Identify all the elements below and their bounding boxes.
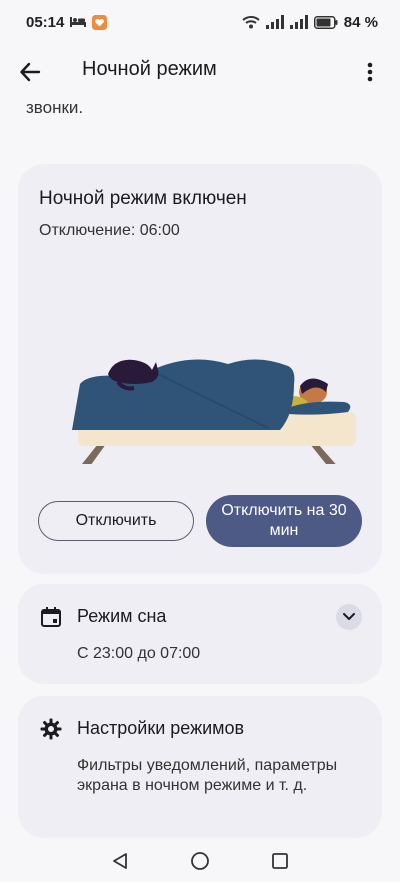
bed-leg	[310, 444, 336, 464]
bed-leg	[82, 444, 106, 464]
triangle-back-icon	[113, 853, 127, 869]
status-left: 05:14	[26, 13, 108, 31]
system-navigation-bar	[0, 840, 400, 882]
sleep-mode-card[interactable]: Режим сна С 23:00 до 07:00	[18, 584, 382, 684]
wifi-icon	[242, 15, 260, 29]
mode-settings-title: Настройки режимов	[77, 718, 245, 738]
nav-back-button[interactable]	[105, 846, 135, 876]
bed-icon	[70, 16, 87, 28]
sleeping-illustration	[72, 359, 356, 464]
battery-icon	[313, 15, 338, 29]
square-recents-icon	[272, 853, 288, 869]
chevron-down-icon	[343, 613, 355, 620]
heart-app-icon	[92, 14, 108, 30]
night-mode-end-time: Отключение: 06:00	[39, 222, 180, 239]
more-vertical-icon	[367, 62, 373, 82]
mode-settings-card[interactable]: Настройки режимов Фильтры уведомлений, п…	[18, 696, 382, 838]
cat	[108, 359, 159, 384]
back-button[interactable]	[14, 56, 46, 88]
circle-home-icon	[191, 852, 209, 870]
blanket	[72, 359, 295, 430]
nav-recents-button[interactable]	[265, 846, 295, 876]
status-time: 05:14	[26, 13, 65, 31]
sleep-mode-schedule: С 23:00 до 07:00	[77, 645, 201, 662]
night-mode-status-card: Ночной режим включен Отключение: 06:00 О…	[18, 164, 382, 574]
signal-icon	[289, 15, 308, 29]
signal-icon	[265, 15, 284, 29]
mode-settings-description: Фильтры уведомлений, параметры экрана в …	[77, 757, 338, 794]
arrow-left-icon	[20, 62, 41, 82]
app-bar: Ночной режим	[0, 44, 400, 100]
disable-button[interactable]: Отключить	[38, 501, 194, 541]
sleep-mode-title: Режим сна	[77, 606, 167, 626]
calendar-icon	[38, 604, 64, 630]
expand-button[interactable]	[336, 604, 362, 630]
night-mode-status-title: Ночной режим включен	[39, 188, 247, 209]
gear-icon	[38, 716, 64, 742]
page-title: Ночной режим	[82, 58, 217, 80]
nav-home-button[interactable]	[185, 846, 215, 876]
status-right: 84 %	[242, 14, 378, 31]
snooze-30-min-button[interactable]: Отключить на 30 мин	[206, 495, 362, 547]
more-options-button[interactable]	[354, 56, 386, 88]
partial-description-text: звонки.	[26, 98, 84, 117]
battery-percent: 84 %	[343, 13, 378, 31]
status-bar: 05:14 84 %	[0, 0, 400, 44]
